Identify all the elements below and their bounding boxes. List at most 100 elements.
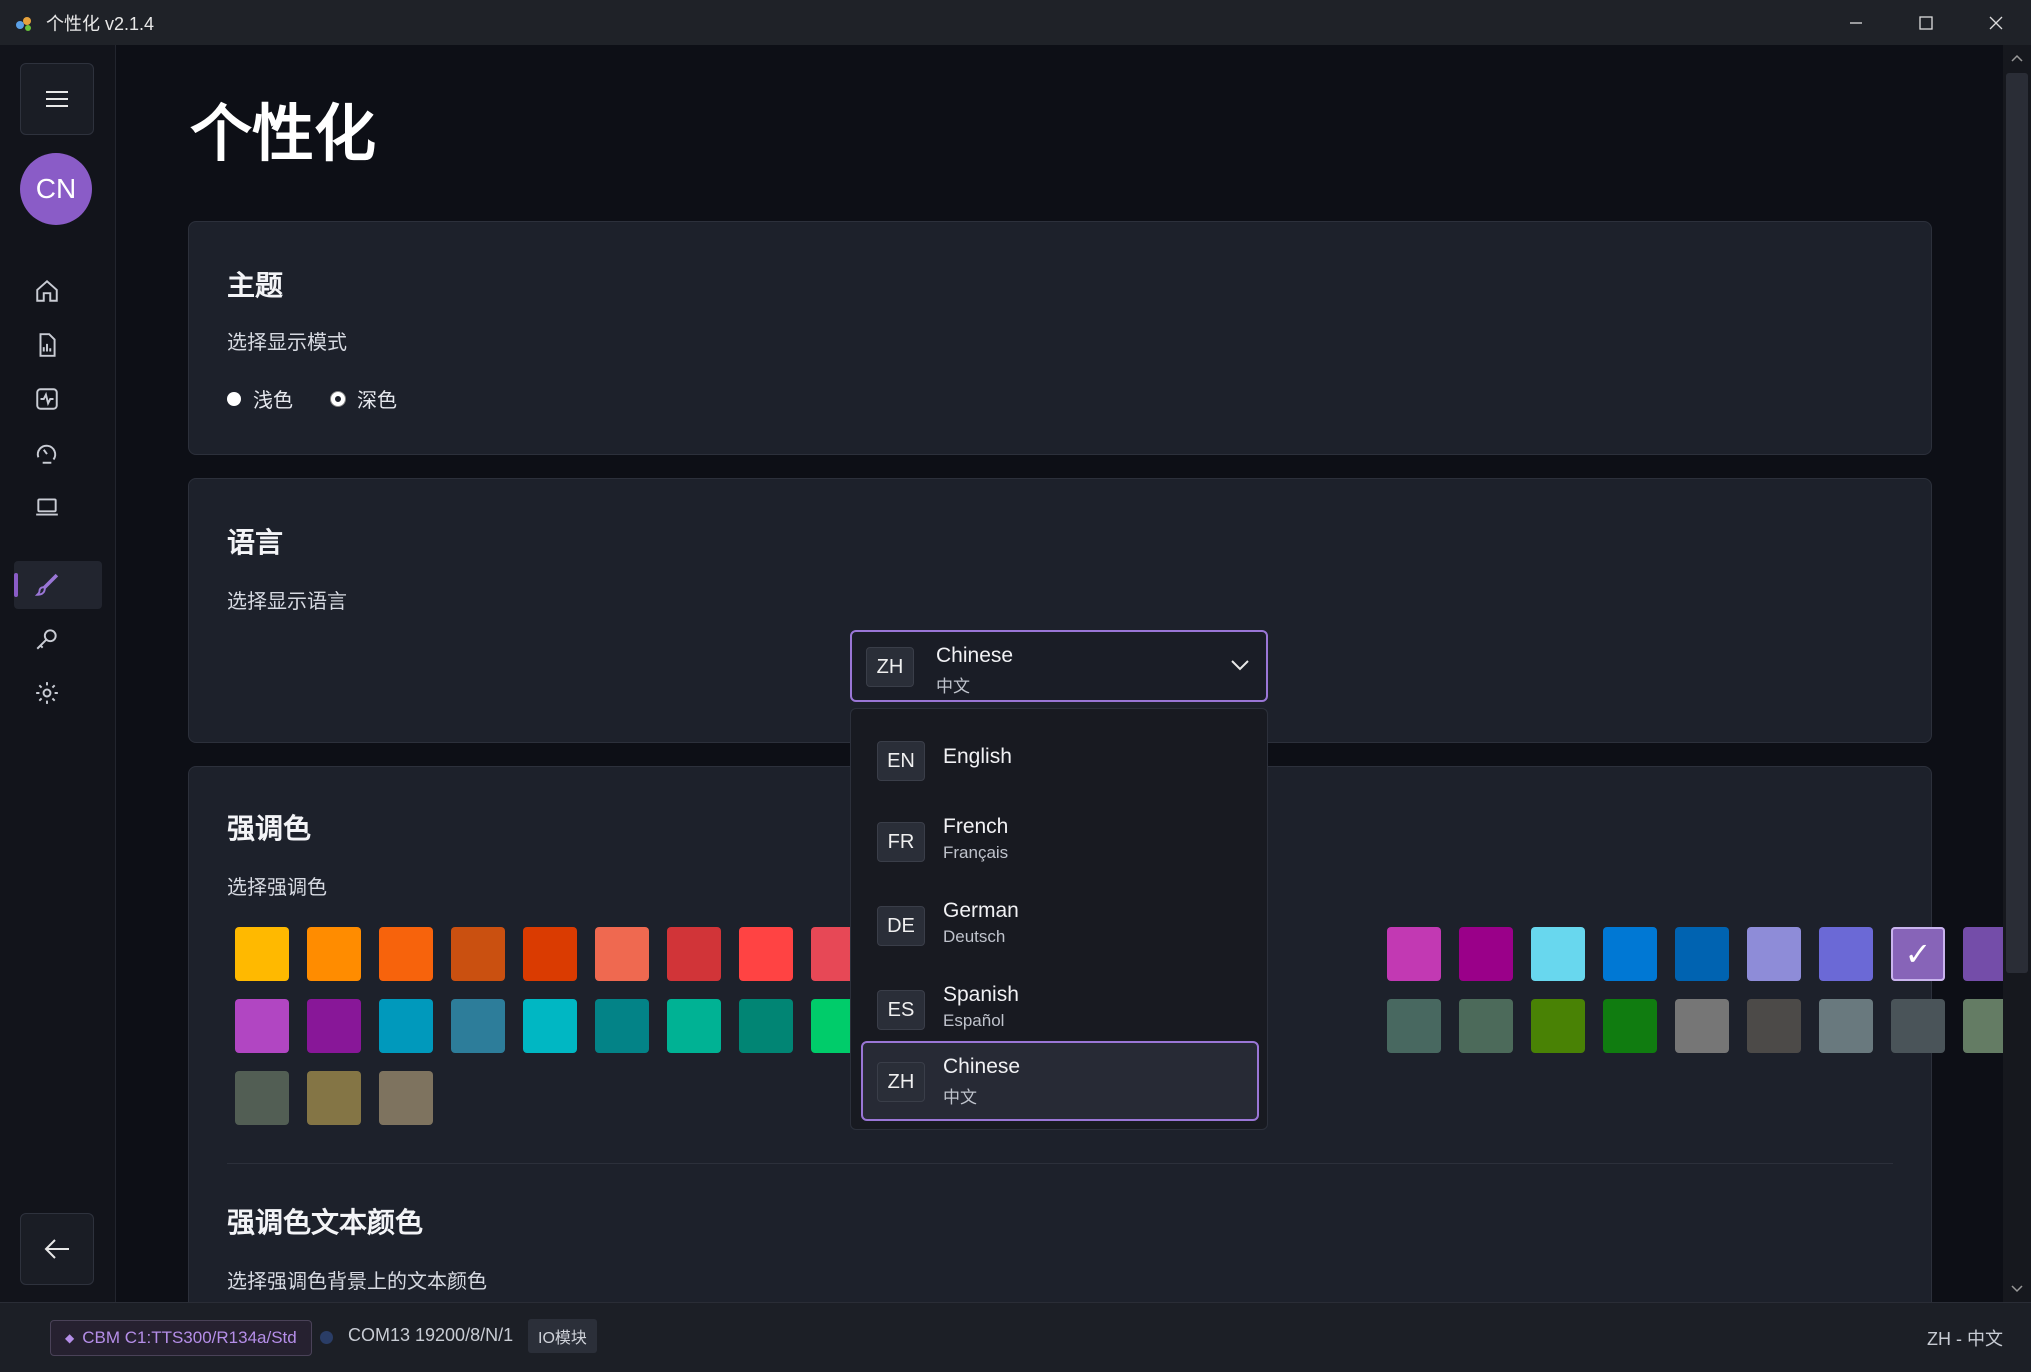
accent-color-swatch[interactable] bbox=[1387, 999, 1441, 1053]
accent-color-swatch[interactable] bbox=[1387, 927, 1441, 981]
theme-light-radio[interactable] bbox=[227, 391, 241, 406]
accent-color-swatch[interactable] bbox=[1459, 999, 1513, 1053]
theme-dark-label[interactable]: 深色 bbox=[357, 384, 397, 413]
sidebar-item-gauge[interactable] bbox=[14, 429, 102, 477]
language-option-name: German bbox=[943, 899, 1019, 922]
accent-color-swatch[interactable] bbox=[1531, 927, 1585, 981]
language-option-code: DE bbox=[877, 906, 925, 946]
sidebar-item-personalization[interactable] bbox=[14, 561, 102, 609]
accent-color-swatch[interactable] bbox=[739, 927, 793, 981]
accent-color-swatch[interactable] bbox=[1459, 927, 1513, 981]
accent-color-swatch[interactable] bbox=[667, 927, 721, 981]
language-option-name: French bbox=[943, 815, 1009, 838]
accent-color-swatch[interactable] bbox=[1531, 999, 1585, 1053]
theme-card: 主题 选择显示模式 浅色 深色 bbox=[188, 221, 1932, 455]
language-option-de[interactable]: DE German Deutsch bbox=[861, 885, 1259, 965]
sidebar-item-activity[interactable] bbox=[14, 375, 102, 423]
language-option-code: EN bbox=[877, 741, 925, 781]
selected-language-native: 中文 bbox=[936, 677, 970, 696]
accent-color-swatch[interactable] bbox=[595, 927, 649, 981]
accent-color-swatch[interactable] bbox=[1675, 999, 1729, 1053]
language-option-name: English bbox=[943, 745, 1012, 768]
accent-color-swatch[interactable] bbox=[1891, 999, 1945, 1053]
language-option-native: Español bbox=[943, 1011, 1005, 1030]
title-bar: 个性化 v2.1.4 bbox=[0, 0, 2031, 45]
status-language[interactable]: ZH - 中文 bbox=[1927, 1325, 2003, 1351]
minimize-button[interactable] bbox=[1821, 0, 1891, 45]
accent-color-swatch[interactable] bbox=[1603, 927, 1657, 981]
language-option-native: Deutsch bbox=[943, 927, 1006, 946]
language-option-native: 中文 bbox=[943, 1088, 977, 1107]
port-info: COM13 19200/8/N/1 bbox=[348, 1325, 514, 1345]
activity-icon bbox=[36, 388, 58, 410]
window-title: 个性化 v2.1.4 bbox=[46, 13, 155, 34]
arrow-left-icon bbox=[44, 1239, 69, 1259]
accent-color-swatch[interactable] bbox=[379, 999, 433, 1053]
accent-text-title: 强调色文本颜色 bbox=[227, 1207, 424, 1238]
theme-description: 选择显示模式 bbox=[227, 332, 347, 354]
page-title: 个性化 bbox=[190, 100, 377, 169]
scroll-down-icon bbox=[2011, 1285, 2023, 1293]
sidebar-item-keys[interactable] bbox=[14, 615, 102, 663]
accent-color-swatch[interactable] bbox=[235, 1071, 289, 1125]
language-option-code: ES bbox=[877, 990, 925, 1030]
language-option-native: Français bbox=[943, 843, 1009, 862]
accent-color-swatch[interactable] bbox=[379, 927, 433, 981]
sidebar-item-settings[interactable] bbox=[14, 669, 102, 717]
accent-color-swatch[interactable] bbox=[739, 999, 793, 1053]
language-option-en[interactable]: EN English bbox=[861, 719, 1259, 799]
accent-color-swatch[interactable] bbox=[1747, 927, 1801, 981]
accent-color-swatch[interactable] bbox=[523, 927, 577, 981]
sidebar: CN bbox=[0, 45, 116, 1302]
laptop-icon bbox=[36, 498, 58, 516]
accent-color-swatch[interactable] bbox=[1819, 927, 1873, 981]
accent-color-swatch[interactable] bbox=[451, 999, 505, 1053]
report-icon bbox=[39, 333, 56, 357]
close-button[interactable] bbox=[1961, 0, 2031, 45]
connection-label: CBM C1:TTS300/R134a/Std bbox=[82, 1328, 297, 1347]
maximize-icon bbox=[1919, 15, 1933, 30]
language-option-fr[interactable]: FR French Français bbox=[861, 801, 1259, 881]
accent-text-description: 选择强调色背景上的文本颜色 bbox=[227, 1271, 487, 1293]
accent-color-swatch[interactable]: ✓ bbox=[1891, 927, 1945, 981]
accent-color-swatch[interactable] bbox=[523, 999, 577, 1053]
app-icon bbox=[16, 16, 31, 31]
gauge-icon bbox=[36, 444, 57, 464]
accent-color-swatch[interactable] bbox=[1603, 999, 1657, 1053]
sidebar-item-reports[interactable] bbox=[14, 321, 102, 369]
accent-color-swatch[interactable] bbox=[307, 1071, 361, 1125]
language-select[interactable]: ZH Chinese 中文 bbox=[850, 630, 1268, 702]
accent-color-swatch[interactable] bbox=[451, 927, 505, 981]
accent-color-swatch[interactable] bbox=[667, 999, 721, 1053]
connection-badge[interactable]: ◆ CBM C1:TTS300/R134a/Std bbox=[50, 1320, 312, 1356]
accent-color-swatch[interactable] bbox=[307, 999, 361, 1053]
theme-dark-radio[interactable] bbox=[331, 391, 345, 406]
accent-color-swatch[interactable] bbox=[379, 1071, 433, 1125]
accent-color-swatch[interactable] bbox=[595, 999, 649, 1053]
module-badge[interactable]: IO模块 bbox=[528, 1319, 597, 1353]
accent-title: 强调色 bbox=[227, 813, 312, 844]
accent-color-swatch[interactable] bbox=[307, 927, 361, 981]
maximize-button[interactable] bbox=[1891, 0, 1961, 45]
language-option-name: Chinese bbox=[943, 1055, 1021, 1078]
language-title: 语言 bbox=[227, 527, 284, 558]
accent-color-swatch[interactable] bbox=[1819, 999, 1873, 1053]
accent-color-swatch[interactable] bbox=[1675, 927, 1729, 981]
accent-color-swatch[interactable] bbox=[235, 927, 289, 981]
port-status-dot bbox=[320, 1331, 333, 1344]
avatar[interactable]: CN bbox=[20, 153, 92, 225]
accent-color-swatch[interactable] bbox=[1747, 999, 1801, 1053]
theme-light-label[interactable]: 浅色 bbox=[253, 384, 293, 413]
back-button[interactable] bbox=[20, 1213, 94, 1285]
gear-icon bbox=[36, 682, 58, 704]
accent-color-swatch[interactable] bbox=[235, 999, 289, 1053]
language-option-es[interactable]: ES Spanish Español bbox=[861, 969, 1259, 1049]
scroll-thumb[interactable] bbox=[2006, 73, 2028, 973]
sidebar-item-home[interactable] bbox=[14, 267, 102, 315]
minimize-icon bbox=[1850, 21, 1862, 24]
sidebar-item-devices[interactable] bbox=[14, 483, 102, 531]
language-option-zh[interactable]: ZH Chinese 中文 bbox=[861, 1041, 1259, 1121]
hamburger-menu-button[interactable] bbox=[20, 63, 94, 135]
vertical-scrollbar[interactable] bbox=[2003, 45, 2031, 1302]
divider bbox=[227, 1163, 1893, 1164]
